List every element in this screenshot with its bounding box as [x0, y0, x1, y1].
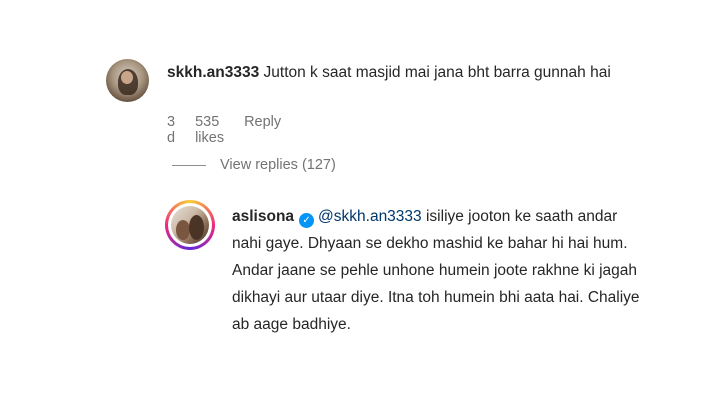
comment-time: 3 d — [167, 114, 176, 146]
avatar-ring-inner — [168, 203, 212, 247]
comment-meta: 3 d 535 likes Reply — [167, 114, 281, 146]
reply-button[interactable]: Reply — [244, 114, 281, 146]
reply-body: aslisona ✓ @skkh.an3333 isiliye jooton ke … — [232, 203, 647, 338]
avatar-image — [171, 206, 209, 244]
reply-text: isiliye jooton ke saath andar nahi gaye.… — [232, 208, 640, 333]
view-replies-label: View replies (127) — [220, 157, 336, 173]
verified-badge-icon: ✓ — [299, 213, 315, 228]
avatar[interactable] — [106, 59, 149, 102]
avatar-person-1 — [176, 220, 190, 240]
avatar-face — [121, 71, 133, 84]
view-replies-button[interactable]: View replies (127) — [172, 157, 336, 173]
reply-username[interactable]: aslisona — [232, 208, 294, 225]
comment-username[interactable]: skkh.an3333 — [167, 64, 259, 81]
divider-line — [172, 164, 206, 166]
comment-text: Jutton k saat masjid mai jana bht barra … — [263, 64, 611, 81]
likes-count[interactable]: 535 likes — [195, 114, 224, 146]
avatar[interactable] — [165, 200, 215, 250]
mention-link[interactable]: @skkh.an3333 — [318, 208, 422, 225]
avatar-person-2 — [189, 215, 204, 240]
comment-body: skkh.an3333 Jutton k saat masjid mai jan… — [167, 59, 637, 86]
